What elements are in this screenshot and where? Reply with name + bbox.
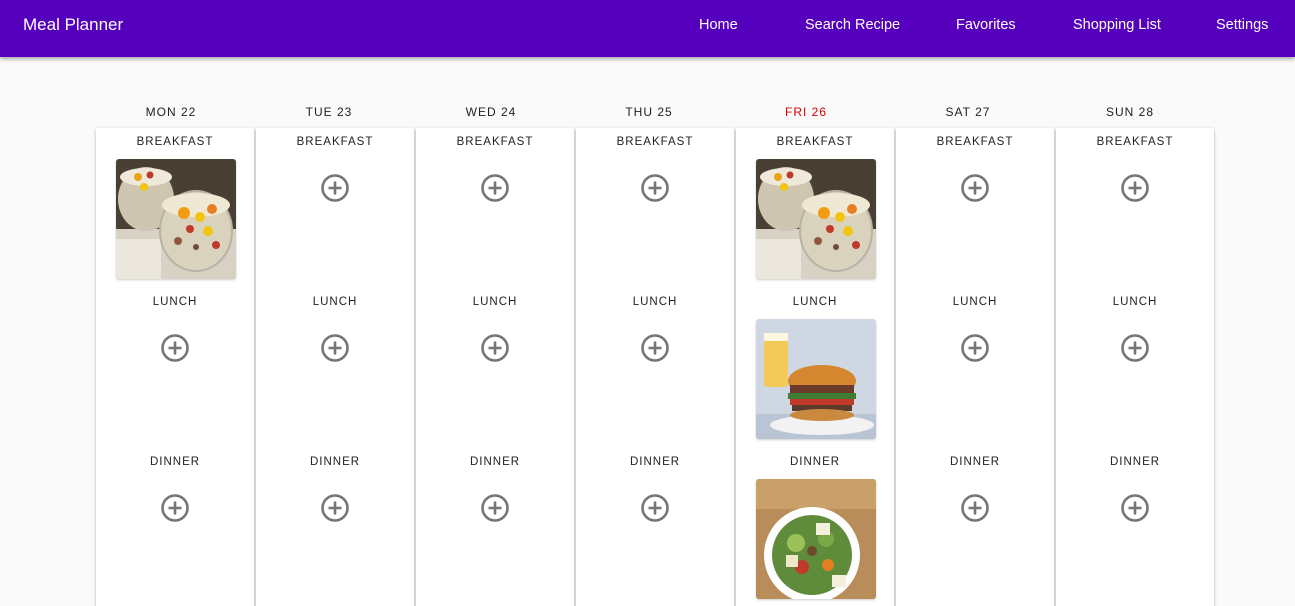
slot-breakfast: BREAKFAST [1056, 128, 1214, 288]
slot-label-dinner: DINNER [629, 456, 681, 468]
nav-settings[interactable]: Settings [1216, 17, 1268, 33]
slot-label-lunch: LUNCH [312, 296, 358, 308]
slot-lunch: LUNCH [256, 288, 414, 448]
day-header-fri-today: FRI 26 [784, 105, 827, 119]
add-circle-icon[interactable] [640, 333, 670, 363]
add-circle-icon[interactable] [320, 173, 350, 203]
slot-label-breakfast: BREAKFAST [776, 136, 854, 148]
nav-search-recipe[interactable]: Search Recipe [805, 17, 900, 33]
slot-label-dinner: DINNER [309, 456, 361, 468]
slot-dinner: DINNER [896, 448, 1054, 606]
day-header-sat: SAT 27 [945, 105, 991, 119]
slot-dinner: DINNER [736, 448, 894, 606]
slot-breakfast: BREAKFAST [256, 128, 414, 288]
day-header-thu: THU 25 [625, 105, 673, 119]
slot-label-dinner: DINNER [949, 456, 1001, 468]
slot-label-dinner: DINNER [789, 456, 841, 468]
add-circle-icon[interactable] [160, 333, 190, 363]
slot-label-dinner: DINNER [149, 456, 201, 468]
slot-label-dinner: DINNER [1109, 456, 1161, 468]
slot-breakfast: BREAKFAST [96, 128, 254, 288]
slot-lunch: LUNCH [96, 288, 254, 448]
slot-dinner: DINNER [96, 448, 254, 606]
meal-image-burger[interactable] [756, 319, 876, 439]
add-circle-icon[interactable] [960, 173, 990, 203]
day-column-mon: BREAKFAST LUNCH DINNER [96, 128, 254, 606]
slot-label-breakfast: BREAKFAST [936, 136, 1014, 148]
add-circle-icon[interactable] [480, 493, 510, 523]
add-circle-icon[interactable] [1120, 493, 1150, 523]
slot-label-breakfast: BREAKFAST [296, 136, 374, 148]
day-header-mon: MON 22 [145, 105, 197, 119]
slot-lunch: LUNCH [576, 288, 734, 448]
add-circle-icon[interactable] [480, 173, 510, 203]
add-circle-icon[interactable] [320, 493, 350, 523]
day-column-tue: BREAKFAST LUNCH DINNER [256, 128, 414, 606]
slot-label-dinner: DINNER [469, 456, 521, 468]
nav-home[interactable]: Home [699, 17, 738, 33]
add-circle-icon[interactable] [1120, 173, 1150, 203]
slot-lunch: LUNCH [416, 288, 574, 448]
add-circle-icon[interactable] [640, 493, 670, 523]
slot-label-breakfast: BREAKFAST [136, 136, 214, 148]
slot-label-lunch: LUNCH [952, 296, 998, 308]
add-circle-icon[interactable] [320, 333, 350, 363]
day-column-sun: BREAKFAST LUNCH DINNER [1056, 128, 1214, 606]
slot-breakfast: BREAKFAST [416, 128, 574, 288]
nav-favorites[interactable]: Favorites [956, 17, 1016, 33]
meal-image-salad[interactable] [756, 479, 876, 599]
day-column-thu: BREAKFAST LUNCH DINNER [576, 128, 734, 606]
add-circle-icon[interactable] [1120, 333, 1150, 363]
day-column-fri: BREAKFAST LUNCH DINNER [736, 128, 894, 606]
meal-image-overnight-oats[interactable] [756, 159, 876, 279]
slot-label-breakfast: BREAKFAST [1096, 136, 1174, 148]
add-circle-icon[interactable] [160, 493, 190, 523]
slot-dinner: DINNER [576, 448, 734, 606]
app-bar: Meal Planner Home Search Recipe Favorite… [0, 0, 1295, 57]
slot-label-lunch: LUNCH [632, 296, 678, 308]
slot-label-lunch: LUNCH [1112, 296, 1158, 308]
slot-breakfast: BREAKFAST [896, 128, 1054, 288]
day-header-sun: SUN 28 [1105, 105, 1155, 119]
nav-shopping-list[interactable]: Shopping List [1073, 17, 1161, 33]
slot-lunch: LUNCH [1056, 288, 1214, 448]
day-header-wed: WED 24 [465, 105, 517, 119]
slot-label-lunch: LUNCH [152, 296, 198, 308]
slot-label-lunch: LUNCH [472, 296, 518, 308]
app-title: Meal Planner [23, 15, 124, 34]
slot-lunch: LUNCH [896, 288, 1054, 448]
day-column-wed: BREAKFAST LUNCH DINNER [416, 128, 574, 606]
slot-label-breakfast: BREAKFAST [616, 136, 694, 148]
slot-lunch: LUNCH [736, 288, 894, 448]
add-circle-icon[interactable] [960, 333, 990, 363]
slot-label-breakfast: BREAKFAST [456, 136, 534, 148]
slot-breakfast: BREAKFAST [576, 128, 734, 288]
meal-image-overnight-oats[interactable] [116, 159, 236, 279]
add-circle-icon[interactable] [480, 333, 510, 363]
day-column-sat: BREAKFAST LUNCH DINNER [896, 128, 1054, 606]
slot-label-lunch: LUNCH [792, 296, 838, 308]
day-header-tue: TUE 23 [305, 105, 353, 119]
add-circle-icon[interactable] [640, 173, 670, 203]
slot-dinner: DINNER [416, 448, 574, 606]
slot-dinner: DINNER [256, 448, 414, 606]
slot-dinner: DINNER [1056, 448, 1214, 606]
slot-breakfast: BREAKFAST [736, 128, 894, 288]
add-circle-icon[interactable] [960, 493, 990, 523]
